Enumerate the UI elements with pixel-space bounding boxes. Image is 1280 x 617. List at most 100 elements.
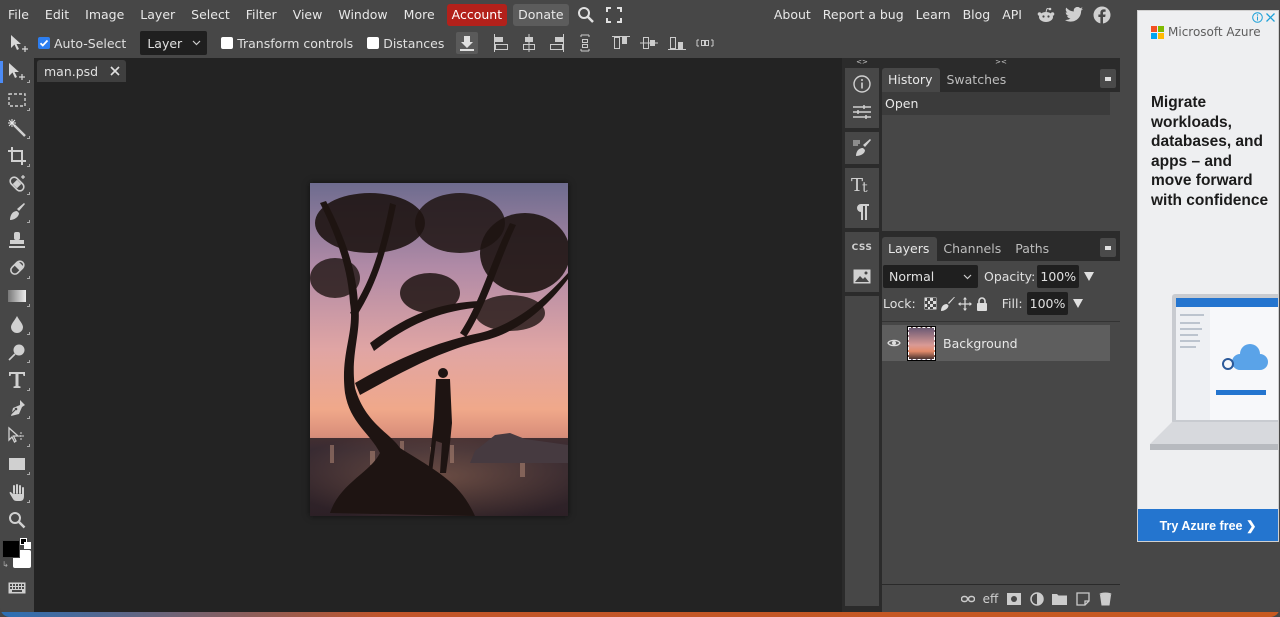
- link-api[interactable]: API: [996, 4, 1028, 26]
- tool-brush[interactable]: [0, 198, 34, 226]
- transform-controls-check[interactable]: [221, 37, 234, 49]
- lock-all-icon[interactable]: [974, 296, 990, 312]
- layer-effects-icon[interactable]: eff: [982, 590, 999, 607]
- history-item[interactable]: Open: [882, 92, 1110, 115]
- opacity-slider-toggle[interactable]: [1084, 272, 1095, 281]
- info-icon[interactable]: [847, 70, 877, 98]
- tool-magic-wand[interactable]: [0, 114, 34, 142]
- tab-history[interactable]: History: [882, 68, 941, 92]
- tool-shape[interactable]: [0, 450, 34, 478]
- tab-layers[interactable]: Layers: [882, 237, 938, 261]
- link-layers-icon[interactable]: [959, 590, 976, 607]
- tool-path-select[interactable]: [0, 422, 34, 450]
- tab-swatches[interactable]: Swatches: [940, 68, 1014, 92]
- menu-view[interactable]: View: [285, 4, 331, 26]
- auto-select-checkbox[interactable]: Auto-Select: [38, 36, 126, 51]
- adjustments-icon[interactable]: [847, 98, 877, 126]
- collapse-panels-toggle[interactable]: ><: [882, 58, 1120, 66]
- layer-mask-icon[interactable]: [1005, 590, 1022, 607]
- transform-controls-checkbox[interactable]: Transform controls: [221, 36, 353, 51]
- distances-check[interactable]: [367, 37, 380, 49]
- menu-edit[interactable]: Edit: [37, 4, 77, 26]
- document-tab[interactable]: man.psd: [37, 60, 127, 82]
- tool-zoom[interactable]: [0, 506, 34, 534]
- align-center-v-icon[interactable]: [638, 32, 660, 54]
- tool-marquee[interactable]: [0, 86, 34, 114]
- tab-channels[interactable]: Channels: [937, 237, 1009, 261]
- menu-file[interactable]: File: [0, 4, 37, 26]
- distances-checkbox[interactable]: Distances: [367, 36, 444, 51]
- menu-image[interactable]: Image: [77, 4, 132, 26]
- layers-panel-menu-button[interactable]: [1100, 238, 1116, 257]
- menu-filter[interactable]: Filter: [238, 4, 285, 26]
- brush-settings-icon[interactable]: [847, 134, 877, 162]
- fill-input[interactable]: 100%: [1026, 292, 1069, 315]
- tool-crop[interactable]: [0, 142, 34, 170]
- align-bottom-icon[interactable]: [666, 32, 688, 54]
- tab-paths[interactable]: Paths: [1009, 237, 1057, 261]
- align-top-icon[interactable]: [610, 32, 632, 54]
- distribute-vertical-icon[interactable]: [574, 32, 596, 54]
- auto-select-check-icon[interactable]: [38, 37, 50, 49]
- align-left-icon[interactable]: [490, 32, 512, 54]
- link-blog[interactable]: Blog: [957, 4, 997, 26]
- lock-pixels-icon[interactable]: [940, 296, 956, 312]
- tool-clone-stamp[interactable]: [0, 226, 34, 254]
- reddit-icon[interactable]: [1036, 5, 1056, 25]
- tool-dodge[interactable]: [0, 338, 34, 366]
- expand-panels-toggle[interactable]: <>: [842, 58, 882, 66]
- canvas-workspace[interactable]: man.psd: [34, 58, 842, 612]
- delete-layer-icon[interactable]: [1097, 590, 1114, 607]
- advertisement[interactable]: Microsoft Azure Migrate workloads, datab…: [1137, 10, 1279, 542]
- account-button[interactable]: Account: [446, 3, 508, 26]
- link-about[interactable]: About: [768, 4, 817, 26]
- document-canvas-image[interactable]: [310, 183, 568, 516]
- new-layer-icon[interactable]: [1074, 590, 1091, 607]
- swap-colors-icon[interactable]: ↳: [2, 560, 9, 569]
- ad-info-icon[interactable]: [1252, 12, 1263, 23]
- download-icon[interactable]: [456, 32, 479, 54]
- history-panel-menu-button[interactable]: [1100, 69, 1116, 88]
- eye-icon[interactable]: [882, 338, 906, 348]
- align-right-icon[interactable]: [546, 32, 568, 54]
- distribute-horizontal-icon[interactable]: [694, 32, 716, 54]
- ad-close-icon[interactable]: [1265, 12, 1276, 23]
- tool-move[interactable]: [0, 58, 34, 86]
- search-icon[interactable]: [575, 4, 597, 26]
- new-group-icon[interactable]: [1051, 590, 1068, 607]
- fullscreen-icon[interactable]: [603, 4, 625, 26]
- image-icon[interactable]: [847, 262, 877, 290]
- tool-eraser[interactable]: [0, 254, 34, 282]
- facebook-icon[interactable]: [1092, 5, 1112, 25]
- lock-position-icon[interactable]: [957, 296, 973, 312]
- character-icon[interactable]: Tt: [847, 170, 877, 198]
- tool-healing[interactable]: [0, 170, 34, 198]
- auto-select-target-dropdown[interactable]: Layer: [140, 31, 208, 55]
- lock-transparency-icon[interactable]: [923, 296, 939, 312]
- tool-pen[interactable]: [0, 394, 34, 422]
- opacity-input[interactable]: 100%: [1037, 265, 1080, 288]
- menu-select[interactable]: Select: [183, 4, 238, 26]
- keyboard-icon[interactable]: [0, 574, 34, 602]
- tool-type[interactable]: [0, 366, 34, 394]
- tool-gradient[interactable]: [0, 282, 34, 310]
- close-icon[interactable]: [110, 66, 120, 76]
- link-report-bug[interactable]: Report a bug: [817, 4, 910, 26]
- donate-button[interactable]: Donate: [513, 3, 569, 26]
- ad-cta-button[interactable]: Try Azure free ❯: [1138, 509, 1278, 541]
- twitter-icon[interactable]: [1064, 5, 1084, 25]
- foreground-color[interactable]: [2, 540, 20, 558]
- ad-choices[interactable]: [1252, 12, 1276, 23]
- blend-mode-dropdown[interactable]: Normal: [883, 265, 978, 288]
- link-learn[interactable]: Learn: [910, 4, 957, 26]
- fill-slider-toggle[interactable]: [1073, 299, 1084, 308]
- menu-layer[interactable]: Layer: [132, 4, 183, 26]
- tool-blur[interactable]: [0, 310, 34, 338]
- adjustment-layer-icon[interactable]: [1028, 590, 1045, 607]
- css-icon[interactable]: CSS: [847, 234, 877, 262]
- layer-row[interactable]: Background: [882, 325, 1110, 361]
- align-center-h-icon[interactable]: [518, 32, 540, 54]
- menu-more[interactable]: More: [396, 4, 443, 26]
- paragraph-icon[interactable]: [847, 198, 877, 226]
- menu-window[interactable]: Window: [330, 4, 395, 26]
